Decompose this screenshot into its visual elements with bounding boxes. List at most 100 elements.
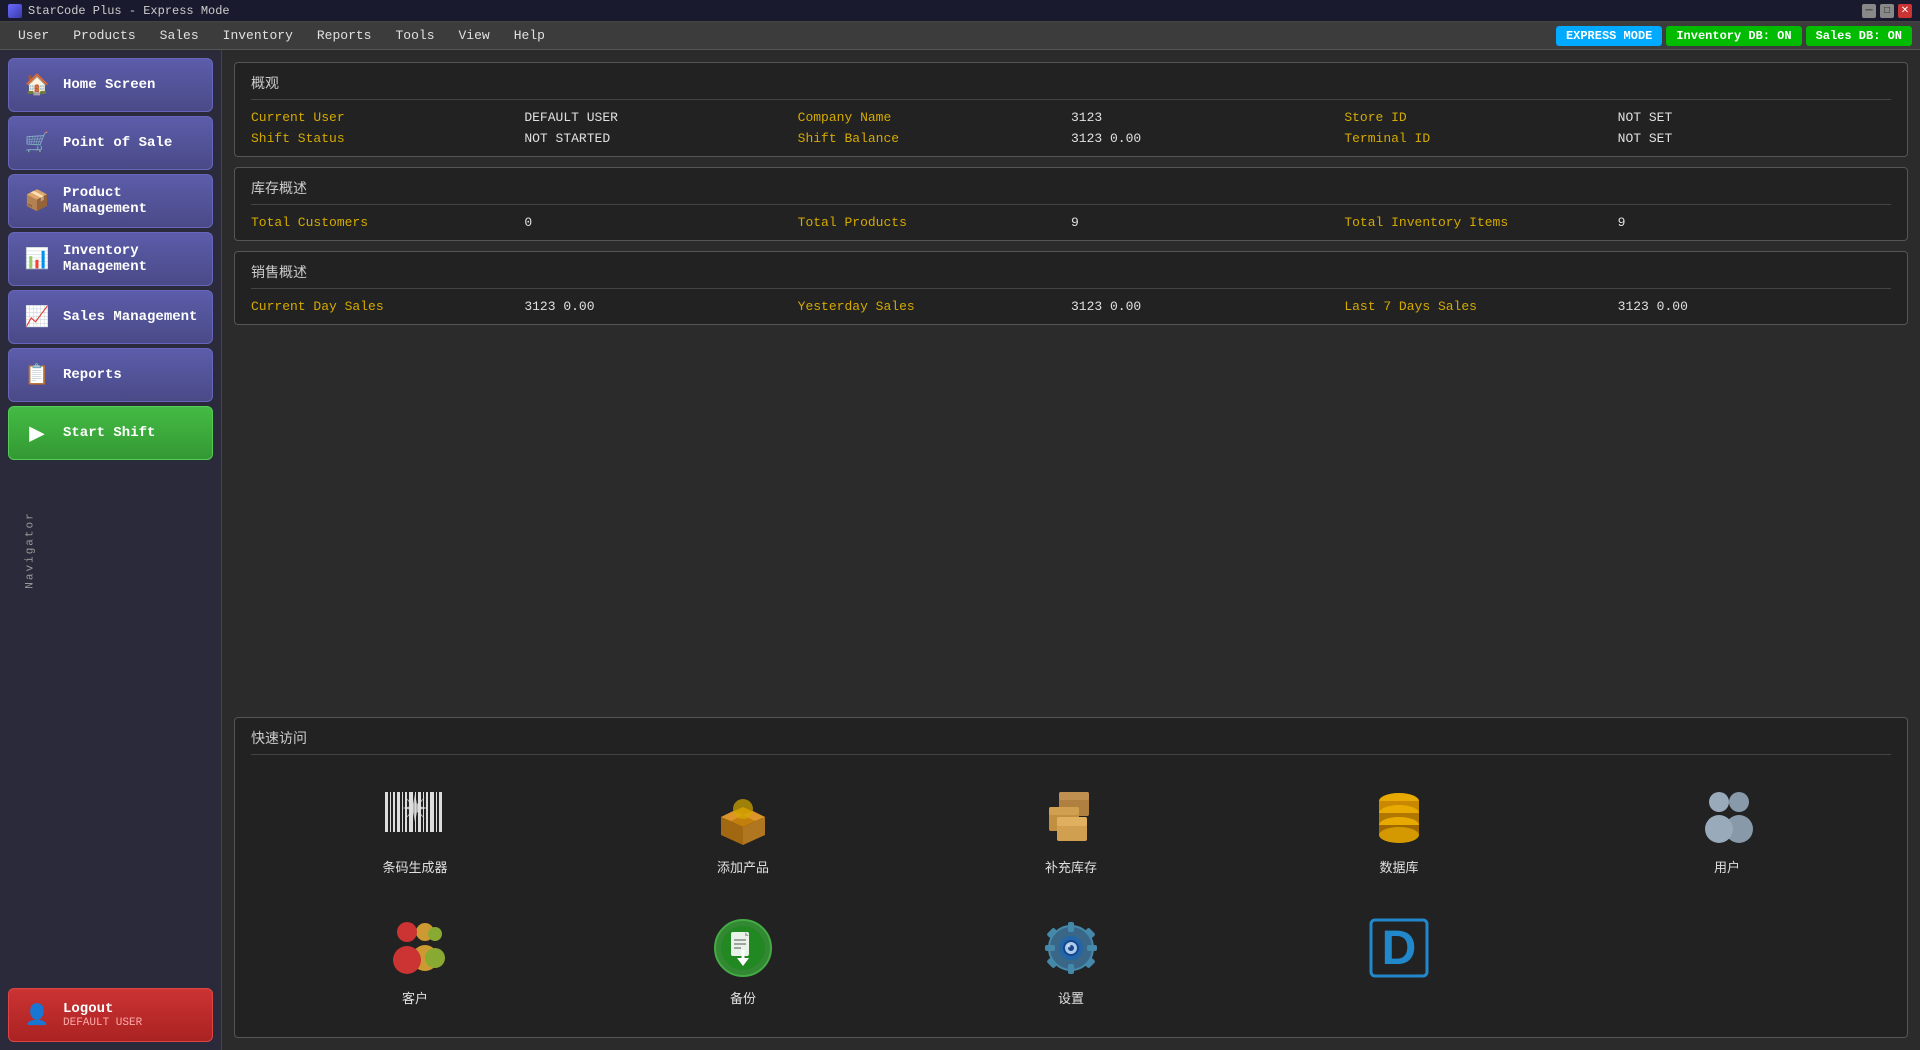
menu-bar: User Products Sales Inventory Reports To…	[0, 22, 1920, 50]
sidebar-item-sales-management[interactable]: 📈 Sales Management	[8, 290, 213, 344]
menu-help[interactable]: Help	[504, 24, 555, 47]
current-day-sales-value: 3123 0.00	[524, 299, 797, 314]
start-icon: ▶	[21, 417, 53, 449]
current-user-label: Current User	[251, 110, 524, 125]
home-icon: 🏠	[21, 69, 53, 101]
quick-access-title: 快速访问	[251, 728, 1891, 755]
sidebar-item-home-screen[interactable]: 🏠 Home Screen	[8, 58, 213, 112]
qa-d-logo[interactable]: D	[1245, 906, 1553, 1017]
menu-user[interactable]: User	[8, 24, 59, 47]
inventory-icon: 📊	[21, 243, 53, 275]
qa-restock-label: 补充库存	[1045, 857, 1097, 876]
menu-view[interactable]: View	[449, 24, 500, 47]
sales-overview-panel: 销售概述 Current Day Sales 3123 0.00 Yesterd…	[234, 251, 1908, 325]
store-id-label: Store ID	[1344, 110, 1617, 125]
menu-products[interactable]: Products	[63, 24, 145, 47]
yesterday-sales-value: 3123 0.00	[1071, 299, 1344, 314]
shift-balance-label: Shift Balance	[798, 131, 1071, 146]
sidebar-label-pos: Point of Sale	[63, 135, 172, 151]
qa-customers[interactable]: 客户	[261, 906, 569, 1017]
overview-title: 概观	[251, 73, 1891, 100]
company-name-label: Company Name	[798, 110, 1071, 125]
menu-sales[interactable]: Sales	[150, 24, 209, 47]
sales-stats-grid: Current Day Sales 3123 0.00 Yesterday Sa…	[251, 299, 1891, 314]
express-mode-badge: EXPRESS MODE	[1556, 26, 1662, 46]
last-7-days-label: Last 7 Days Sales	[1344, 299, 1617, 314]
qa-restock[interactable]: 补充库存	[917, 775, 1225, 886]
maximize-button[interactable]: □	[1880, 4, 1894, 18]
terminal-id-value: NOT SET	[1618, 131, 1891, 146]
sidebar-label-home: Home Screen	[63, 77, 155, 93]
pos-icon: 🛒	[21, 127, 53, 159]
company-name-value: 3123	[1071, 110, 1344, 125]
menu-tools[interactable]: Tools	[385, 24, 444, 47]
sidebar-label-inventory: Inventory Management	[63, 243, 200, 275]
sidebar-item-start-shift[interactable]: ▶ Start Shift	[8, 406, 213, 460]
qa-barcode-label: 条码生成器	[382, 857, 447, 876]
sidebar-label-sales: Sales Management	[63, 309, 197, 325]
qa-customers-label: 客户	[402, 988, 428, 1007]
shift-status-label: Shift Status	[251, 131, 524, 146]
total-customers-label: Total Customers	[251, 215, 524, 230]
total-products-value: 9	[1071, 215, 1344, 230]
quick-access-panel: 快速访问	[234, 717, 1908, 1038]
current-day-sales-label: Current Day Sales	[251, 299, 524, 314]
qa-add-product-label: 添加产品	[717, 857, 769, 876]
backup-icon	[711, 916, 775, 980]
d-logo-icon: D	[1367, 916, 1431, 980]
product-icon: 📦	[21, 185, 53, 217]
svg-text:D: D	[1382, 922, 1417, 975]
title-bar: StarCode Plus - Express Mode ─ □ ✕	[0, 0, 1920, 22]
logout-username: DEFAULT USER	[63, 1017, 142, 1029]
overview-grid: Current User DEFAULT USER Company Name 3…	[251, 110, 1891, 146]
yesterday-sales-label: Yesterday Sales	[798, 299, 1071, 314]
qa-database-label: 数据库	[1379, 857, 1418, 876]
customers-icon	[383, 916, 447, 980]
quick-access-grid: 条码生成器	[251, 765, 1891, 1027]
total-products-label: Total Products	[798, 215, 1071, 230]
shift-balance-value: 3123 0.00	[1071, 131, 1344, 146]
qa-backup-label: 备份	[730, 988, 756, 1007]
shift-status-value: NOT STARTED	[524, 131, 797, 146]
reports-icon: 📋	[21, 359, 53, 391]
logout-button[interactable]: 👤 Logout DEFAULT USER	[8, 988, 213, 1042]
qa-barcode[interactable]: 条码生成器	[261, 775, 569, 886]
inventory-overview-title: 库存概述	[251, 178, 1891, 205]
main-content: 概观 Current User DEFAULT USER Company Nam…	[222, 50, 1920, 1050]
sidebar-label-product: Product Management	[63, 185, 200, 217]
sidebar-label-start: Start Shift	[63, 425, 155, 441]
overview-panel: 概观 Current User DEFAULT USER Company Nam…	[234, 62, 1908, 157]
close-button[interactable]: ✕	[1898, 4, 1912, 18]
minimize-button[interactable]: ─	[1862, 4, 1876, 18]
qa-add-product[interactable]: 添加产品	[589, 775, 897, 886]
sidebar-item-inventory-management[interactable]: 📊 Inventory Management	[8, 232, 213, 286]
sales-db-badge: Sales DB: ON	[1806, 26, 1912, 46]
sales-icon: 📈	[21, 301, 53, 333]
sidebar-item-product-management[interactable]: 📦 Product Management	[8, 174, 213, 228]
qa-settings[interactable]: 设置	[917, 906, 1225, 1017]
database-icon	[1367, 785, 1431, 849]
add-product-icon	[711, 785, 775, 849]
sidebar-item-point-of-sale[interactable]: 🛒 Point of Sale	[8, 116, 213, 170]
sidebar-item-reports[interactable]: 📋 Reports	[8, 348, 213, 402]
sales-overview-title: 销售概述	[251, 262, 1891, 289]
qa-database[interactable]: 数据库	[1245, 775, 1553, 886]
current-user-value: DEFAULT USER	[524, 110, 797, 125]
window-controls[interactable]: ─ □ ✕	[1862, 4, 1912, 18]
sidebar: Navigator 🏠 Home Screen 🛒 Point of Sale …	[0, 50, 222, 1050]
restock-icon	[1039, 785, 1103, 849]
inventory-overview-panel: 库存概述 Total Customers 0 Total Products 9 …	[234, 167, 1908, 241]
users-icon	[1695, 785, 1759, 849]
menu-reports[interactable]: Reports	[307, 24, 382, 47]
store-id-value: NOT SET	[1618, 110, 1891, 125]
app-title: StarCode Plus - Express Mode	[28, 4, 230, 18]
sidebar-label-reports: Reports	[63, 367, 122, 383]
qa-backup[interactable]: 备份	[589, 906, 897, 1017]
terminal-id-label: Terminal ID	[1344, 131, 1617, 146]
qa-users[interactable]: 用户	[1573, 775, 1881, 886]
app-icon	[8, 4, 22, 18]
app-body: Navigator 🏠 Home Screen 🛒 Point of Sale …	[0, 50, 1920, 1050]
last-7-days-value: 3123 0.00	[1618, 299, 1891, 314]
inventory-stats-grid: Total Customers 0 Total Products 9 Total…	[251, 215, 1891, 230]
menu-inventory[interactable]: Inventory	[213, 24, 303, 47]
